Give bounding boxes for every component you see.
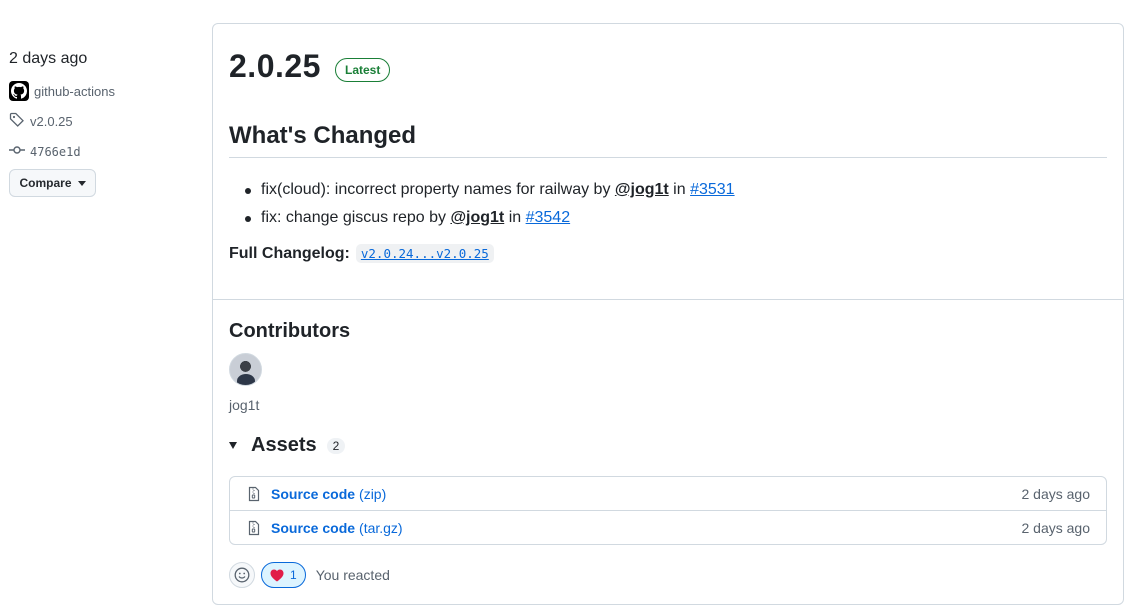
in-text: in	[504, 209, 526, 226]
release-title[interactable]: 2.0.25	[229, 48, 321, 85]
heart-count: 1	[290, 568, 297, 582]
full-changelog-colon: :	[344, 244, 350, 262]
asset-date: 2 days ago	[1021, 485, 1091, 502]
assets-toggle[interactable]: Assets 2	[229, 434, 346, 457]
contributor-name: jog1t	[229, 397, 260, 413]
heart-reaction-button[interactable]: 1	[261, 562, 306, 588]
contributors-heading: Contributors	[229, 320, 351, 342]
list-item: fix(cloud): incorrect property names for…	[245, 176, 735, 204]
list-item: fix: change giscus repo by @jog1t in #35…	[245, 204, 735, 232]
full-changelog-label: Full Changelog	[229, 244, 345, 262]
release-time: 2 days ago	[9, 50, 88, 67]
release-card: 2.0.25 Latest What's Changed fix(cloud):…	[212, 23, 1124, 605]
user-mention-link[interactable]: @jog1t	[615, 181, 669, 198]
changes-list: fix(cloud): incorrect property names for…	[245, 176, 735, 232]
triangle-down-icon	[229, 442, 237, 449]
smiley-icon	[234, 567, 250, 583]
file-zip-icon	[246, 486, 262, 502]
assets-heading: Assets	[251, 434, 317, 456]
release-tag[interactable]: v2.0.25	[9, 112, 73, 131]
in-text: in	[668, 181, 691, 198]
reactions-bar: 1 You reacted	[229, 562, 390, 588]
author-name: github-actions	[34, 83, 115, 99]
asset-link[interactable]: Source code	[271, 520, 355, 536]
asset-ext[interactable]: (tar.gz)	[359, 520, 403, 536]
change-text: fix(cloud): incorrect property names for…	[261, 181, 615, 198]
asset-link[interactable]: Source code	[271, 486, 355, 502]
pull-request-link[interactable]: #3531	[690, 181, 735, 198]
user-mention-link[interactable]: @jog1t	[450, 209, 504, 226]
release-commit[interactable]: 4766e1d	[9, 142, 81, 161]
tag-name: v2.0.25	[30, 114, 73, 129]
compare-link[interactable]: v2.0.24...v2.0.25	[355, 244, 494, 263]
tag-icon	[9, 112, 25, 131]
release-author[interactable]: github-actions	[9, 81, 115, 101]
compare-label: Compare	[19, 176, 72, 190]
file-zip-icon	[246, 520, 262, 536]
assets-count: 2	[326, 437, 346, 454]
asset-ext[interactable]: (zip)	[359, 486, 386, 502]
release-body: 2.0.25 Latest What's Changed fix(cloud):…	[213, 24, 1123, 300]
pull-request-link[interactable]: #3542	[526, 209, 571, 226]
assets-list: Source code (zip) 2 days ago Source code…	[229, 476, 1107, 545]
commit-icon	[9, 142, 25, 161]
full-changelog: Full Changelog: v2.0.24...v2.0.25	[229, 244, 494, 263]
latest-badge: Latest	[335, 58, 391, 82]
heading-divider	[229, 157, 1107, 158]
commit-sha: 4766e1d	[30, 144, 81, 159]
heart-icon	[270, 569, 284, 581]
avatar[interactable]	[229, 353, 262, 386]
change-text: fix: change giscus repo by	[261, 209, 451, 226]
asset-row[interactable]: Source code (zip) 2 days ago	[230, 477, 1106, 511]
whats-changed-heading: What's Changed	[229, 122, 417, 149]
you-reacted-text: You reacted	[315, 567, 390, 583]
asset-row[interactable]: Source code (tar.gz) 2 days ago	[230, 511, 1106, 545]
github-logo-icon	[9, 81, 29, 101]
add-reaction-button[interactable]	[229, 562, 255, 588]
compare-button[interactable]: Compare	[9, 169, 96, 197]
triangle-down-icon	[77, 180, 86, 186]
asset-date: 2 days ago	[1021, 520, 1091, 536]
